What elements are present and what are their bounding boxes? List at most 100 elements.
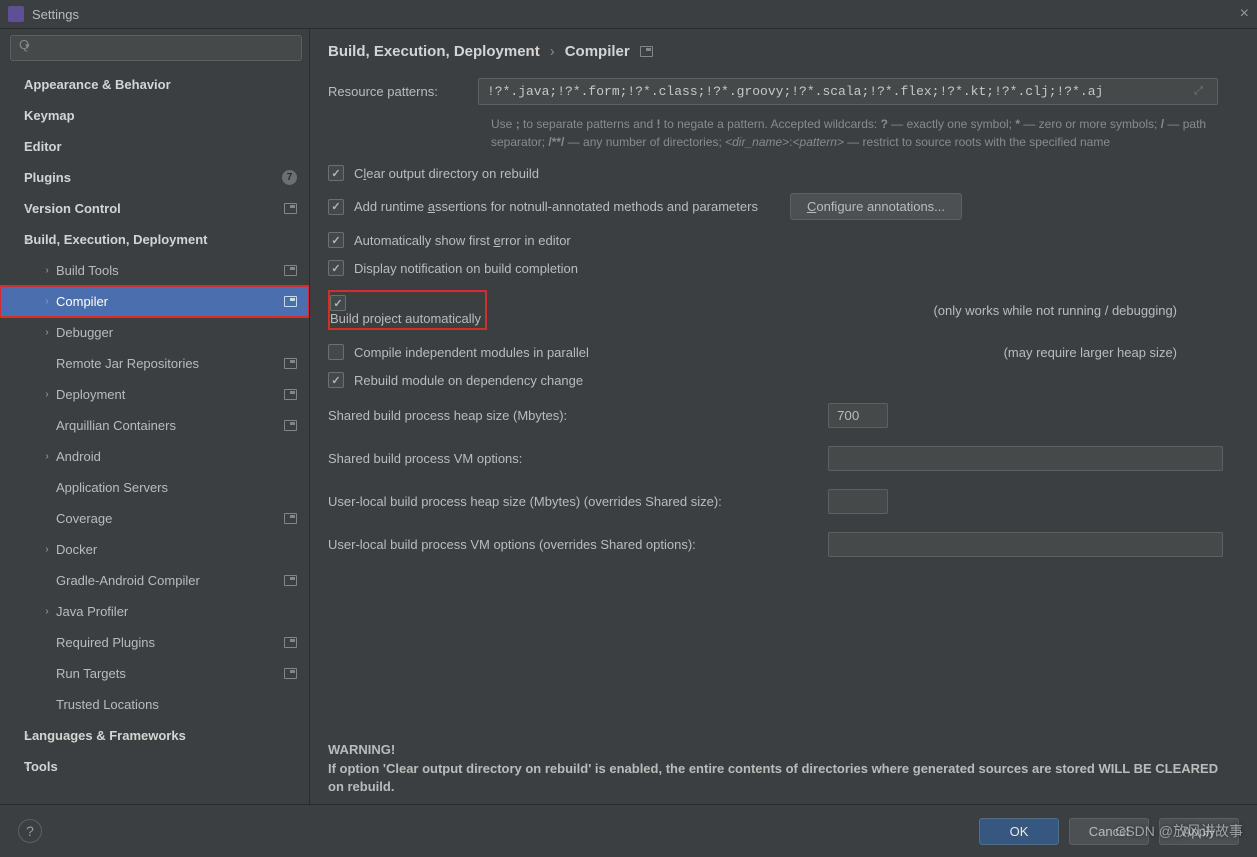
configure-annotations-button[interactable]: Configure annotations... xyxy=(790,193,962,220)
tree-item-label: Debugger xyxy=(56,325,113,340)
chevron-right-icon[interactable]: › xyxy=(22,203,32,214)
chevron-right-icon[interactable]: › xyxy=(42,265,52,276)
field-label: Shared build process heap size (Mbytes): xyxy=(328,408,828,423)
settings-sidebar: Q▾ ›Appearance & BehaviorKeymap›EditorPl… xyxy=(0,29,310,804)
help-button[interactable]: ? xyxy=(18,819,42,843)
checkbox[interactable] xyxy=(328,372,344,388)
option-hint: (may require larger heap size) xyxy=(1004,345,1237,360)
sidebar-item-java-profiler[interactable]: ›Java Profiler xyxy=(0,596,309,627)
checkbox[interactable] xyxy=(328,199,344,215)
sidebar-item-arquillian-containers[interactable]: Arquillian Containers xyxy=(0,410,309,441)
sidebar-item-tools[interactable]: ›Tools xyxy=(0,751,309,782)
sidebar-item-gradle-android-compiler[interactable]: Gradle-Android Compiler xyxy=(0,565,309,596)
cancel-button[interactable]: Cancel xyxy=(1069,818,1149,845)
settings-tree: ›Appearance & BehaviorKeymap›EditorPlugi… xyxy=(0,65,309,804)
warning-body: If option 'Clear output directory on reb… xyxy=(328,761,1218,794)
chevron-right-icon[interactable]: › xyxy=(22,141,32,152)
project-scope-icon xyxy=(284,296,297,307)
sidebar-item-editor[interactable]: ›Editor xyxy=(0,131,309,162)
checkbox-label[interactable]: Compile independent modules in parallel xyxy=(354,345,589,360)
chevron-right-icon[interactable]: › xyxy=(22,761,32,772)
checkbox[interactable] xyxy=(330,295,346,311)
checkbox-label[interactable]: Build project automatically xyxy=(330,311,481,326)
sidebar-item-remote-jar-repositories[interactable]: Remote Jar Repositories xyxy=(0,348,309,379)
search-dropdown-icon[interactable]: ▾ xyxy=(25,41,30,51)
breadcrumb-current: Compiler xyxy=(565,43,630,60)
project-scope-icon xyxy=(284,513,297,524)
chevron-right-icon[interactable]: › xyxy=(42,451,52,462)
project-scope-icon xyxy=(284,389,297,400)
sidebar-item-run-targets[interactable]: Run Targets xyxy=(0,658,309,689)
chevron-right-icon[interactable]: › xyxy=(42,327,52,338)
checkbox-label[interactable]: Rebuild module on dependency change xyxy=(354,373,583,388)
sidebar-item-android[interactable]: › Android xyxy=(0,441,309,472)
sidebar-item-languages-frameworks[interactable]: ›Languages & Frameworks xyxy=(0,720,309,751)
sidebar-item-application-servers[interactable]: Application Servers xyxy=(0,472,309,503)
checkbox-label[interactable]: Display notification on build completion xyxy=(354,261,578,276)
sidebar-item-appearance-behavior[interactable]: ›Appearance & Behavior xyxy=(0,69,309,100)
checkbox-label[interactable]: Automatically show first error in editor xyxy=(354,233,571,248)
field-input[interactable] xyxy=(828,446,1223,471)
apply-button[interactable]: Apply xyxy=(1159,818,1239,845)
warning-title: WARNING! xyxy=(328,742,395,757)
chevron-right-icon[interactable]: › xyxy=(22,79,32,90)
sidebar-item-trusted-locations[interactable]: Trusted Locations xyxy=(0,689,309,720)
sidebar-item-deployment[interactable]: › Deployment xyxy=(0,379,309,410)
tree-item-label: Plugins xyxy=(24,170,71,185)
sidebar-item-build-execution-deployment[interactable]: ⌄Build, Execution, Deployment xyxy=(0,224,309,255)
resource-patterns-input[interactable] xyxy=(478,78,1218,105)
breadcrumb-parent[interactable]: Build, Execution, Deployment xyxy=(328,43,540,60)
checkbox-label[interactable]: Clear output directory on rebuild xyxy=(354,166,539,181)
chevron-right-icon[interactable]: › xyxy=(42,606,52,617)
resource-patterns-label: Resource patterns: xyxy=(328,84,478,99)
tree-item-label: Deployment xyxy=(56,387,125,402)
chevron-right-icon[interactable]: › xyxy=(22,730,32,741)
chevron-right-icon[interactable]: › xyxy=(42,296,52,307)
tree-item-label: Remote Jar Repositories xyxy=(56,356,199,371)
close-icon[interactable]: × xyxy=(1240,5,1249,23)
breadcrumb: Build, Execution, Deployment › Compiler xyxy=(328,39,1237,78)
search-input[interactable]: Q▾ xyxy=(10,35,302,61)
tree-item-label: Compiler xyxy=(56,294,108,309)
chevron-right-icon[interactable]: › xyxy=(42,544,52,555)
badge: 7 xyxy=(282,170,297,185)
field-input[interactable] xyxy=(828,403,888,428)
option-hint: (only works while not running / debuggin… xyxy=(933,303,1237,318)
tree-item-label: Run Targets xyxy=(56,666,126,681)
titlebar: Settings × xyxy=(0,0,1257,28)
sidebar-item-keymap[interactable]: Keymap xyxy=(0,100,309,131)
tree-item-label: Languages & Frameworks xyxy=(24,728,186,743)
tree-item-label: Appearance & Behavior xyxy=(24,77,171,92)
sidebar-item-required-plugins[interactable]: Required Plugins xyxy=(0,627,309,658)
checkbox[interactable] xyxy=(328,165,344,181)
project-scope-icon xyxy=(284,265,297,276)
sidebar-item-build-tools[interactable]: › Build Tools xyxy=(0,255,309,286)
field-input[interactable] xyxy=(828,532,1223,557)
project-scope-icon xyxy=(284,203,297,214)
project-scope-icon xyxy=(640,46,653,57)
tree-item-label: Keymap xyxy=(24,108,75,123)
checkbox[interactable] xyxy=(328,260,344,276)
dialog-footer: ? OK Cancel Apply xyxy=(0,805,1257,857)
chevron-right-icon[interactable]: › xyxy=(42,389,52,400)
sidebar-item-docker[interactable]: ›Docker xyxy=(0,534,309,565)
field-input[interactable] xyxy=(828,489,888,514)
tree-item-label: Required Plugins xyxy=(56,635,155,650)
sidebar-item-compiler[interactable]: › Compiler xyxy=(0,286,309,317)
sidebar-item-coverage[interactable]: Coverage xyxy=(0,503,309,534)
warning-block: WARNING! If option 'Clear output directo… xyxy=(328,741,1237,796)
ok-button[interactable]: OK xyxy=(979,818,1059,845)
tree-item-label: Trusted Locations xyxy=(56,697,159,712)
tree-item-label: Build Tools xyxy=(56,263,119,278)
checkbox[interactable] xyxy=(328,232,344,248)
checkbox[interactable] xyxy=(328,344,344,360)
tree-item-label: Android xyxy=(56,449,101,464)
tree-item-label: Application Servers xyxy=(56,480,168,495)
sidebar-item-plugins[interactable]: Plugins 7 xyxy=(0,162,309,193)
sidebar-item-debugger[interactable]: › Debugger xyxy=(0,317,309,348)
tree-item-label: Arquillian Containers xyxy=(56,418,176,433)
tree-item-label: Gradle-Android Compiler xyxy=(56,573,200,588)
checkbox-label[interactable]: Add runtime assertions for notnull-annot… xyxy=(354,199,758,214)
chevron-down-icon[interactable]: ⌄ xyxy=(22,234,32,245)
sidebar-item-version-control[interactable]: ›Version Control xyxy=(0,193,309,224)
